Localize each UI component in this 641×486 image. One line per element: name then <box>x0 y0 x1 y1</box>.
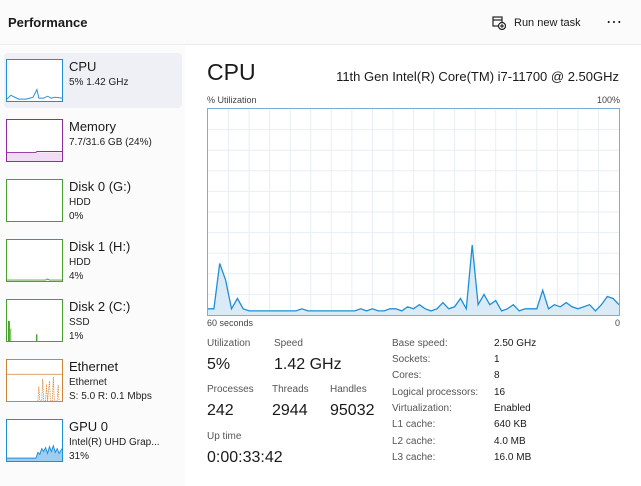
y-axis-max-label: 100% <box>596 95 620 105</box>
sidebar-item-label: CPU <box>69 59 97 74</box>
cores-label: Cores: <box>392 370 422 381</box>
uptime-label: Up time <box>207 431 242 442</box>
sidebar-item-detail: 5% 1.42 GHz <box>69 77 129 88</box>
sidebar-item-throughput: S: 5.0 R: 0.1 Mbps <box>69 391 152 402</box>
sidebar-item-ethernet[interactable]: Ethernet Ethernet S: 5.0 R: 0.1 Mbps <box>4 353 182 408</box>
disk-2-thumbnail-graph <box>6 299 63 342</box>
speed-label: Speed <box>274 338 303 349</box>
virtualization-value: Enabled <box>494 403 531 414</box>
sidebar-item-gpu-0[interactable]: GPU 0 Intel(R) UHD Grap... 31% <box>4 413 182 468</box>
base-speed-value: 2.50 GHz <box>494 338 537 349</box>
processes-label: Processes <box>207 384 254 395</box>
sidebar-item-disk-2[interactable]: Disk 2 (C:) SSD 1% <box>4 293 182 348</box>
y-axis-label: % Utilization <box>207 95 257 105</box>
x-axis-right-label: 0 <box>614 318 620 328</box>
sidebar-item-detail: Ethernet <box>69 377 107 388</box>
logical-processors-value: 16 <box>494 387 506 398</box>
sidebar-item-label: Disk 1 (H:) <box>69 239 131 254</box>
run-new-task-button[interactable]: Run new task <box>492 13 581 33</box>
ethernet-thumbnail-graph <box>6 359 63 402</box>
sidebar: CPU 5% 1.42 GHz Memory 7.7/31.6 GB (24%)… <box>0 45 185 486</box>
sidebar-item-disk-1[interactable]: Disk 1 (H:) HDD 4% <box>4 233 182 288</box>
utilization-label: Utilization <box>207 338 251 349</box>
base-speed-label: Base speed: <box>392 338 448 349</box>
x-axis-left-label: 60 seconds <box>207 318 254 328</box>
sidebar-item-label: Memory <box>69 119 116 134</box>
l1-cache-label: L1 cache: <box>392 419 436 430</box>
cpu-utilization-chart <box>208 109 619 315</box>
sidebar-item-label: Disk 2 (C:) <box>69 299 131 314</box>
cpu-detail-panel: CPU 11th Gen Intel(R) Core(TM) i7-11700 … <box>185 45 641 486</box>
more-options-icon[interactable]: ⋯ <box>606 12 623 32</box>
sidebar-item-cpu[interactable]: CPU 5% 1.42 GHz <box>4 53 182 108</box>
sidebar-item-label: Ethernet <box>69 359 119 374</box>
disk-1-thumbnail-graph <box>6 239 63 282</box>
disk-0-thumbnail-graph <box>6 179 63 222</box>
sidebar-item-detail: SSD <box>69 317 90 328</box>
memory-thumbnail-graph <box>6 119 63 162</box>
threads-value: 2944 <box>272 402 308 419</box>
sidebar-item-detail: 7.7/31.6 GB (24%) <box>69 137 152 148</box>
header: Performance Run new task ⋯ <box>0 0 641 45</box>
l3-cache-value: 16.0 MB <box>494 452 532 463</box>
speed-value: 1.42 GHz <box>274 356 342 373</box>
processes-value: 242 <box>207 402 234 419</box>
sidebar-item-detail: HDD <box>69 257 91 268</box>
sidebar-item-usage: 1% <box>69 331 84 342</box>
sidebar-item-memory[interactable]: Memory 7.7/31.6 GB (24%) <box>4 113 182 168</box>
sockets-label: Sockets: <box>392 354 431 365</box>
logical-processors-label: Logical processors: <box>392 387 479 398</box>
virtualization-label: Virtualization: <box>392 403 452 414</box>
uptime-value: 0:00:33:42 <box>207 449 283 466</box>
gpu-0-thumbnail-graph <box>6 419 63 462</box>
handles-value: 95032 <box>330 402 375 419</box>
threads-label: Threads <box>272 384 309 395</box>
cpu-utilization-graph <box>207 108 620 316</box>
cpu-model-name: 11th Gen Intel(R) Core(TM) i7-11700 @ 2.… <box>336 69 619 84</box>
run-task-icon <box>492 16 506 30</box>
sidebar-item-usage: 31% <box>69 451 90 462</box>
cores-value: 8 <box>494 370 500 381</box>
utilization-value: 5% <box>207 356 231 373</box>
sidebar-item-label: Disk 0 (G:) <box>69 179 132 194</box>
sidebar-item-detail: HDD <box>69 197 91 208</box>
sockets-value: 1 <box>494 354 500 365</box>
l2-cache-value: 4.0 MB <box>494 436 526 447</box>
sidebar-item-disk-0[interactable]: Disk 0 (G:) HDD 0% <box>4 173 182 228</box>
sidebar-item-usage: 4% <box>69 271 84 282</box>
sidebar-item-label: GPU 0 <box>69 419 109 434</box>
l3-cache-label: L3 cache: <box>392 452 436 463</box>
sidebar-item-detail: Intel(R) UHD Grap... <box>69 437 160 448</box>
cpu-thumbnail-graph <box>6 59 63 102</box>
cpu-title: CPU <box>207 59 256 85</box>
l2-cache-label: L2 cache: <box>392 436 436 447</box>
run-new-task-label: Run new task <box>514 17 581 29</box>
l1-cache-value: 640 KB <box>494 419 527 430</box>
page-title: Performance <box>8 15 88 30</box>
handles-label: Handles <box>330 384 367 395</box>
sidebar-item-usage: 0% <box>69 211 84 222</box>
